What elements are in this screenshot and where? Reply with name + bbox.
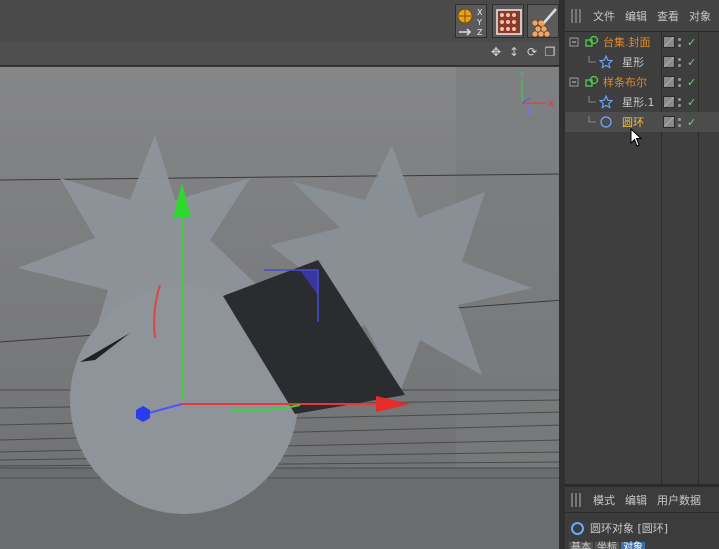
attribute-tabs: 基本 坐标 对象 <box>569 542 645 549</box>
texture-tool-button[interactable] <box>492 4 524 38</box>
layer-icon[interactable] <box>663 56 675 68</box>
circle-object-icon <box>571 521 584 535</box>
enabled-check-icon[interactable]: ✓ <box>687 36 696 49</box>
object-name[interactable]: 样条布尔 <box>603 74 647 90</box>
tree-branch-line <box>585 116 597 128</box>
menu-mode[interactable]: 模式 <box>593 492 615 508</box>
layer-icon[interactable] <box>663 36 675 48</box>
collapse-toggle-icon[interactable] <box>569 76 581 88</box>
enabled-check-icon[interactable]: ✓ <box>687 116 696 129</box>
viewport-canvas: Y Z X <box>0 67 563 549</box>
layer-icon[interactable] <box>663 116 675 128</box>
object-tree: 台集.封面 ✓ 星形 ✓ 样条布尔 ✓ 星形.1 ✓ 圆环 ✓ <box>565 32 719 132</box>
axis-x-label: X <box>477 8 483 17</box>
sculpt-brush-tool-button[interactable] <box>527 4 559 38</box>
attribute-manager: 模式 编辑 用户数据 圆环对象 [圆环] 基本 坐标 对象 <box>565 484 719 549</box>
menu-edit[interactable]: 编辑 <box>625 492 647 508</box>
panel-grip-icon[interactable] <box>571 8 583 23</box>
move-view-icon[interactable]: ✥ <box>489 45 503 59</box>
menu-user-data[interactable]: 用户数据 <box>657 492 701 508</box>
paint-brush-icon <box>531 8 557 38</box>
object-tree-row[interactable]: 星形 ✓ <box>565 52 719 72</box>
rotate-view-icon[interactable]: ⟳ <box>525 45 539 59</box>
visibility-dots-icon[interactable] <box>678 116 684 128</box>
viewport-header: ✥ ↕ ⟳ ❐ <box>0 42 563 66</box>
menu-objects[interactable]: 对象 <box>689 8 711 24</box>
world-axis-icon: X Y Z <box>457 8 483 37</box>
object-flags: ✓ <box>663 36 696 49</box>
menu-edit[interactable]: 编辑 <box>625 8 647 24</box>
enabled-check-icon[interactable]: ✓ <box>687 56 696 69</box>
object-tree-row[interactable]: 样条布尔 ✓ <box>565 72 719 92</box>
mouse-cursor-icon <box>630 128 643 147</box>
gizmo-z-label: Z <box>526 106 532 116</box>
visibility-dots-icon[interactable] <box>678 96 684 108</box>
tab-basic[interactable]: 基本 <box>569 542 593 549</box>
tab-object[interactable]: 对象 <box>621 542 645 549</box>
zoom-view-icon[interactable]: ↕ <box>507 45 521 59</box>
layer-icon[interactable] <box>663 96 675 108</box>
collapse-toggle-icon[interactable] <box>569 36 581 48</box>
enabled-check-icon[interactable]: ✓ <box>687 96 696 109</box>
tree-branch-line <box>585 96 597 108</box>
object-name[interactable]: 台集.封面 <box>603 34 651 50</box>
axis-y-label: Y <box>476 18 482 27</box>
attribute-title: 圆环对象 [圆环] <box>571 520 668 536</box>
visibility-dots-icon[interactable] <box>678 76 684 88</box>
object-flags: ✓ <box>663 96 696 109</box>
menu-view[interactable]: 查看 <box>657 8 679 24</box>
panel-grip-icon[interactable] <box>571 492 583 507</box>
object-tree-row[interactable]: 星形.1 ✓ <box>565 92 719 112</box>
object-name[interactable]: 星形.1 <box>622 94 655 110</box>
circle-spline-icon <box>599 115 613 129</box>
attribute-object-name: 圆环对象 [圆环] <box>590 522 669 535</box>
menu-file[interactable]: 文件 <box>593 8 615 24</box>
enabled-check-icon[interactable]: ✓ <box>687 76 696 89</box>
maximize-view-icon[interactable]: ❐ <box>543 45 557 59</box>
tab-coordinates[interactable]: 坐标 <box>595 542 619 549</box>
star-spline-icon <box>598 54 614 69</box>
gizmo-y-label: Y <box>518 71 525 81</box>
star-spline-icon <box>598 94 614 109</box>
axis-z-label: Z <box>477 28 483 37</box>
tree-branch-line <box>585 56 597 68</box>
object-tree-row[interactable]: 台集.封面 ✓ <box>565 32 719 52</box>
cinema4d-window: X Y Z ✥ ↕ ⟳ ❐ Y Z X 文件 编辑 查看 对象 台集.封面 ✓ … <box>0 0 719 549</box>
3d-viewport[interactable]: Y Z X <box>0 67 563 549</box>
visibility-dots-icon[interactable] <box>678 56 684 68</box>
texture-grid-icon <box>496 9 522 35</box>
object-flags: ✓ <box>663 116 696 129</box>
object-flags: ✓ <box>663 76 696 89</box>
viewport-navigation: ✥ ↕ ⟳ ❐ <box>489 45 557 59</box>
spline-boolean-icon <box>585 75 599 89</box>
connect-object-icon <box>585 35 599 49</box>
visibility-dots-icon[interactable] <box>678 36 684 48</box>
object-name[interactable]: 星形 <box>622 54 644 70</box>
object-manager-menubar: 文件 编辑 查看 对象 <box>565 0 719 32</box>
gizmo-x-label: X <box>548 100 554 110</box>
xyz-axis-tool-button[interactable]: X Y Z <box>455 4 487 38</box>
object-manager: 文件 编辑 查看 对象 台集.封面 ✓ 星形 ✓ 样条布尔 ✓ 星形.1 ✓ 圆环 ✓ <box>565 0 719 484</box>
attribute-manager-menubar: 模式 编辑 用户数据 <box>565 487 719 513</box>
top-toolbar: X Y Z <box>0 0 563 42</box>
layer-icon[interactable] <box>663 76 675 88</box>
object-flags: ✓ <box>663 56 696 69</box>
